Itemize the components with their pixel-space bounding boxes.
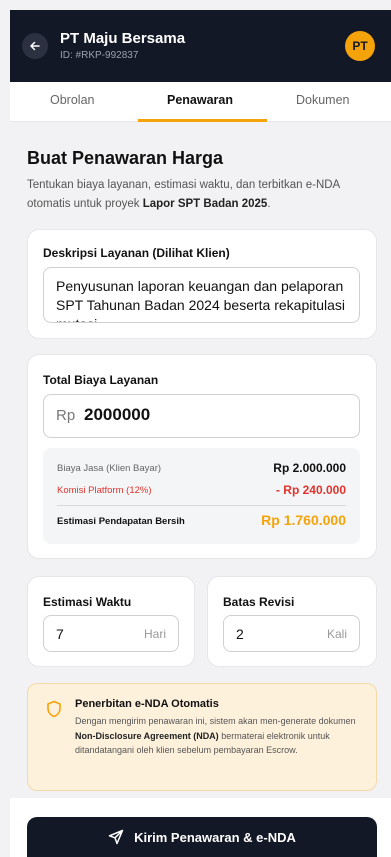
avatar[interactable]: PT xyxy=(345,31,375,61)
nda-text-bold: Non-Disclosure Agreement (NDA) xyxy=(75,730,219,741)
revision-limit-label: Batas Revisi xyxy=(223,595,295,609)
tab-dokumen[interactable]: Dokumen xyxy=(296,93,350,107)
client-name: PT Maju Bersama xyxy=(60,30,186,47)
active-tab-indicator xyxy=(138,119,267,122)
nda-title: Penerbitan e-NDA Otomatis xyxy=(75,698,219,710)
back-button[interactable] xyxy=(22,33,48,59)
service-description-label: Deskripsi Layanan (Dilihat Klien) xyxy=(43,246,230,260)
total-cost-value: 2000000 xyxy=(84,405,151,424)
estimated-time-unit: Hari xyxy=(143,627,166,641)
net-income-label: Estimasi Pendapatan Bersih xyxy=(57,516,185,527)
tab-obrolan[interactable]: Obrolan xyxy=(50,93,94,107)
nda-notice: Penerbitan e-NDA Otomatis Dengan mengiri… xyxy=(27,683,377,791)
currency-prefix: Rp xyxy=(56,407,76,424)
tab-bar: Obrolan Penawaran Dokumen xyxy=(10,82,391,122)
service-description-textarea[interactable]: Penyusunan laporan keuangan dan pelapora… xyxy=(43,267,360,323)
page-description: Tentukan biaya layanan, estimasi waktu, … xyxy=(27,176,367,214)
total-cost-input[interactable]: Rp 2000000 xyxy=(43,394,360,438)
revision-limit-unit: Kali xyxy=(326,627,347,641)
estimated-time-value: 7 xyxy=(56,626,64,642)
send-icon xyxy=(108,829,124,845)
submit-offer-button[interactable]: Kirim Penawaran & e-NDA xyxy=(27,817,377,857)
description-end: . xyxy=(267,198,271,210)
total-cost-label: Total Biaya Layanan xyxy=(43,373,159,387)
breakdown-divider xyxy=(57,505,346,506)
submit-offer-label: Kirim Penawaran & e-NDA xyxy=(134,829,296,845)
cost-breakdown: Biaya Jasa (Klien Bayar) Rp 2.000.000 Ko… xyxy=(43,448,360,544)
fee-value: Rp 2.000.000 xyxy=(273,461,346,475)
tab-penawaran[interactable]: Penawaran xyxy=(167,93,233,107)
estimated-time-label: Estimasi Waktu xyxy=(43,595,132,609)
estimated-time-input[interactable]: 7 Hari xyxy=(43,615,179,652)
project-name: Lapor SPT Badan 2025 xyxy=(142,198,268,210)
arrow-left-icon xyxy=(30,41,40,51)
project-id: ID: #RKP-992837 xyxy=(60,50,139,61)
commission-value: - Rp 240.000 xyxy=(275,483,346,497)
shield-icon xyxy=(47,700,61,718)
fee-label: Biaya Jasa (Klien Bayar) xyxy=(57,463,162,474)
commission-label: Komisi Platform (12%) xyxy=(57,485,152,496)
revision-limit-value: 2 xyxy=(236,626,244,642)
page-title: Buat Penawaran Harga xyxy=(27,148,224,168)
revision-limit-input[interactable]: 2 Kali xyxy=(223,615,360,652)
nda-text-1: Dengan mengirim penawaran ini, sistem ak… xyxy=(75,716,356,726)
nda-text: Dengan mengirim penawaran ini, sistem ak… xyxy=(75,714,367,758)
app-header: PT Maju Bersama ID: #RKP-992837 PT xyxy=(10,10,391,82)
net-income-value: Rp 1.760.000 xyxy=(261,512,346,528)
